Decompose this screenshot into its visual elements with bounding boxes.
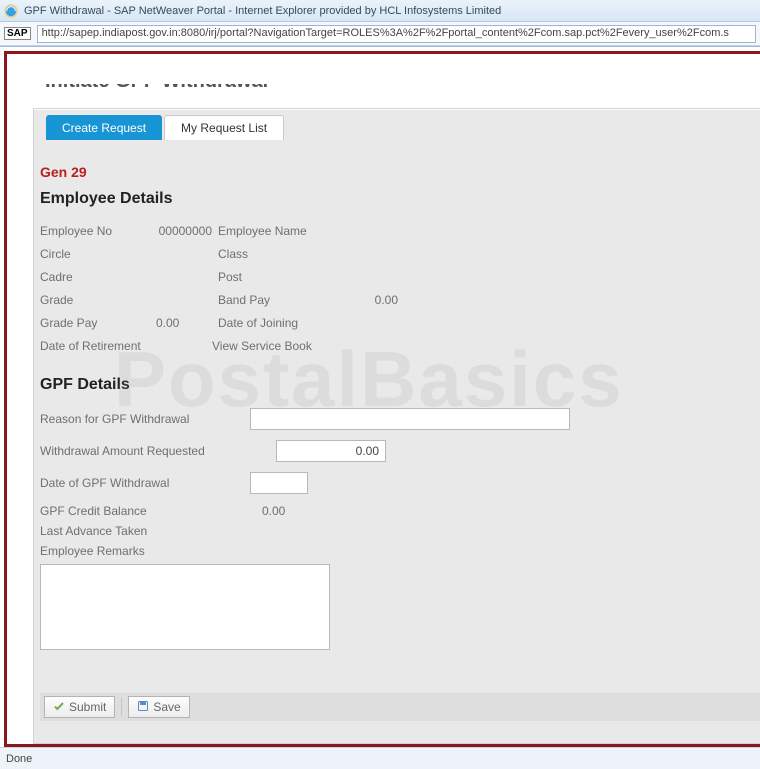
address-bar: SAP http://sapep.indiapost.gov.in:8080/i… xyxy=(0,22,760,46)
url-input[interactable]: http://sapep.indiapost.gov.in:8080/irj/p… xyxy=(37,25,756,43)
emp-row-6: Date of Retirement View Service Book xyxy=(40,337,760,354)
reason-input[interactable] xyxy=(250,408,570,430)
last-adv-label: Last Advance Taken xyxy=(40,524,240,538)
gpf-date-input[interactable] xyxy=(250,472,308,494)
browser-title-bar: GPF Withdrawal - SAP NetWeaver Portal - … xyxy=(0,0,760,22)
save-label: Save xyxy=(153,700,180,714)
band-pay-label: Band Pay xyxy=(218,293,338,307)
status-bar: Done xyxy=(0,747,760,769)
gpf-amount-row: Withdrawal Amount Requested xyxy=(40,440,760,462)
remarks-input[interactable] xyxy=(40,564,330,650)
post-label: Post xyxy=(218,270,338,284)
browser-title: GPF Withdrawal - SAP NetWeaver Portal - … xyxy=(24,5,501,17)
gpf-credit-row: GPF Credit Balance 0.00 xyxy=(40,504,760,518)
button-separator xyxy=(121,698,122,716)
gpf-details-title: GPF Details xyxy=(40,376,760,394)
amount-label: Withdrawal Amount Requested xyxy=(40,444,276,458)
submit-button[interactable]: Submit xyxy=(44,696,115,718)
cadre-label: Cadre xyxy=(40,270,156,284)
emp-row-5: Grade Pay 0.00 Date of Joining xyxy=(40,314,760,331)
circle-label: Circle xyxy=(40,247,156,261)
doj-label: Date of Joining xyxy=(218,316,338,330)
gpf-date-row: Date of GPF Withdrawal xyxy=(40,472,760,494)
vsb-label[interactable]: View Service Book xyxy=(212,339,332,353)
reason-label: Reason for GPF Withdrawal xyxy=(40,412,250,426)
tab-create-request[interactable]: Create Request xyxy=(46,115,162,140)
grade-label: Grade xyxy=(40,293,156,307)
dor-label: Date of Retirement xyxy=(40,339,212,353)
band-pay-value: 0.00 xyxy=(338,293,398,307)
gen-label: Gen 29 xyxy=(40,164,760,180)
credit-label: GPF Credit Balance xyxy=(40,504,212,518)
emp-row-2: Circle Class xyxy=(40,245,760,262)
gpf-remarks-row: Employee Remarks xyxy=(40,544,760,558)
check-icon xyxy=(53,700,65,715)
emp-row-3: Cadre Post xyxy=(40,268,760,285)
credit-value: 0.00 xyxy=(262,504,285,518)
tab-my-request-list[interactable]: My Request List xyxy=(164,115,284,140)
emp-no-label: Employee No xyxy=(40,224,156,238)
action-bar: Submit Save xyxy=(40,693,760,721)
grade-pay-value: 0.00 xyxy=(156,316,212,330)
class-label: Class xyxy=(218,247,338,261)
emp-row-4: Grade Band Pay 0.00 xyxy=(40,291,760,308)
ie-icon xyxy=(4,4,18,18)
content-panel: PostalBasics Create Request My Request L… xyxy=(33,108,760,744)
save-icon xyxy=(137,700,149,715)
gpf-lastadv-row: Last Advance Taken xyxy=(40,524,760,538)
gpf-reason-row: Reason for GPF Withdrawal xyxy=(40,408,760,430)
submit-label: Submit xyxy=(69,700,106,714)
tab-bar: Create Request My Request List xyxy=(46,115,760,140)
amount-input[interactable] xyxy=(276,440,386,462)
remarks-label: Employee Remarks xyxy=(40,544,240,558)
save-button[interactable]: Save xyxy=(128,696,189,718)
page-title: Initiate GPF Withdrawal xyxy=(45,84,760,102)
gpf-date-label: Date of GPF Withdrawal xyxy=(40,476,250,490)
grade-pay-label: Grade Pay xyxy=(40,316,156,330)
emp-row-1: Employee No 00000000 Employee Name xyxy=(40,222,760,239)
emp-name-label: Employee Name xyxy=(218,224,338,238)
portal-frame: Initiate GPF Withdrawal PostalBasics Cre… xyxy=(4,51,760,747)
status-text: Done xyxy=(6,753,32,765)
browser-chrome: GPF Withdrawal - SAP NetWeaver Portal - … xyxy=(0,0,760,47)
sap-favicon: SAP xyxy=(4,27,31,40)
emp-no-value: 00000000 xyxy=(156,224,212,238)
employee-details-title: Employee Details xyxy=(40,190,760,208)
